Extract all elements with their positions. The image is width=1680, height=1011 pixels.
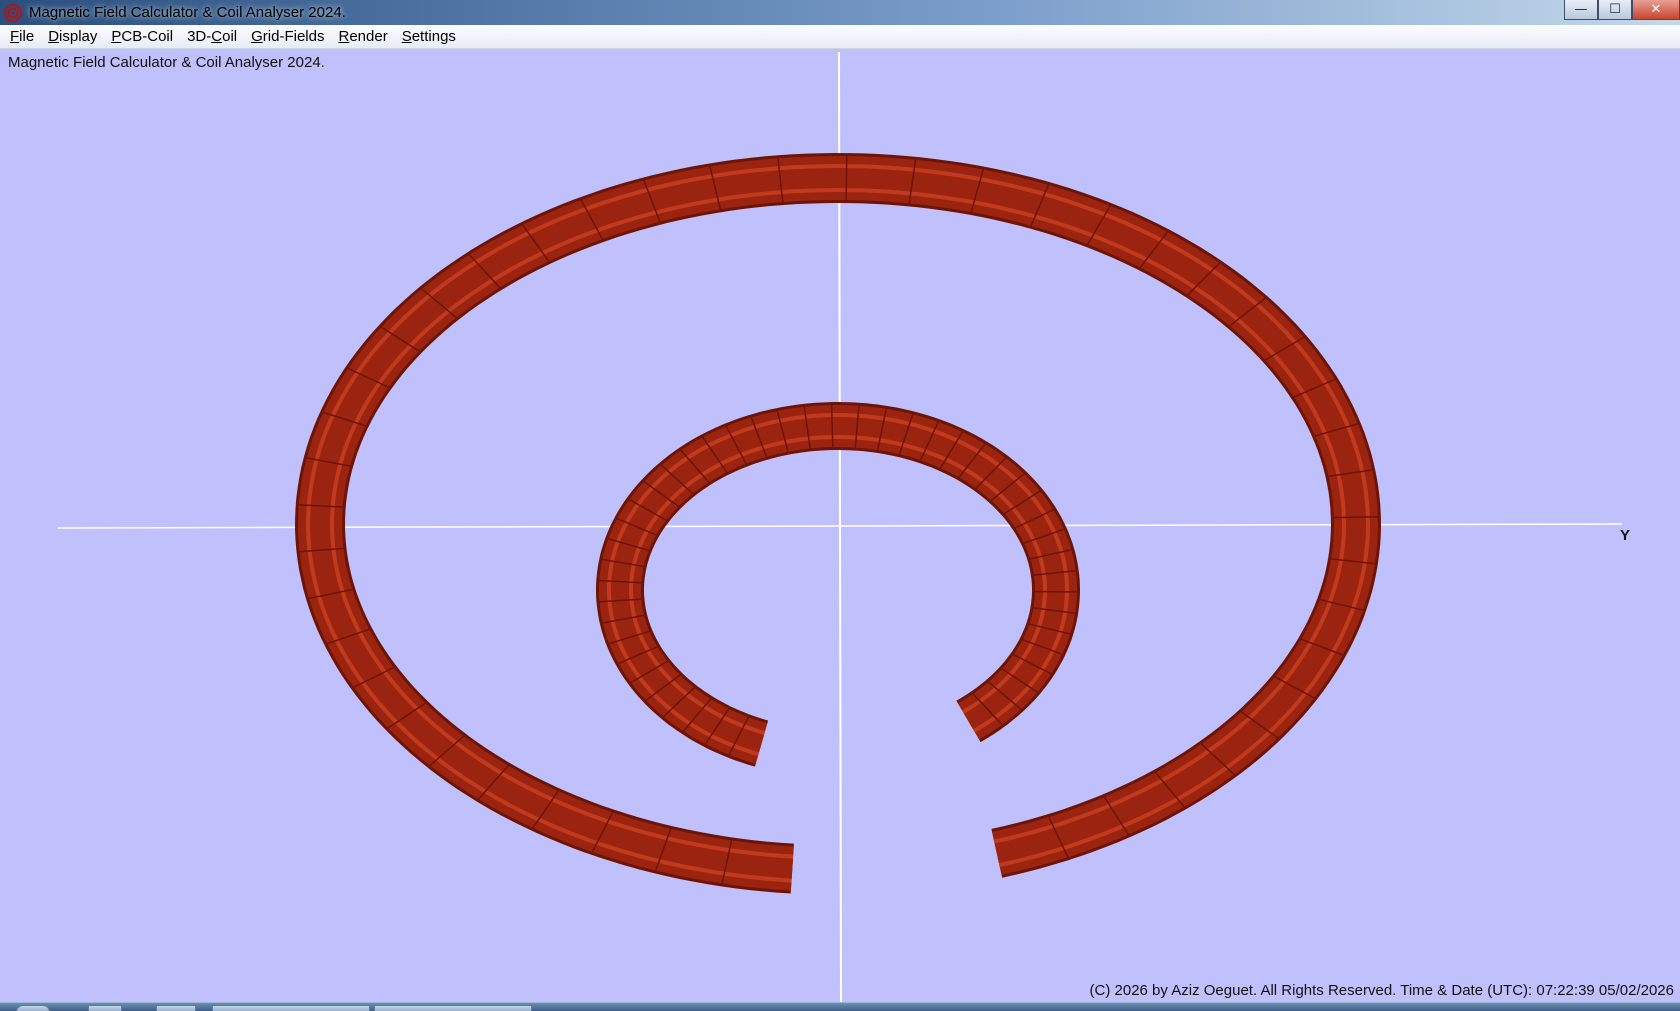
taskbar-start-button[interactable]: [16, 1005, 50, 1011]
copyright-status: (C) 2026 by Aziz Oeguet. All Rights Rese…: [1089, 982, 1674, 999]
app-window: Magnetic Field Calculator & Coil Analyse…: [0, 0, 1680, 1011]
taskbar-item[interactable]: [156, 1005, 196, 1011]
taskbar-item[interactable]: [212, 1005, 370, 1011]
coil-segment-edge: [845, 154, 848, 202]
coil-scene: Y: [57, 51, 1630, 1003]
taskbar-item[interactable]: [374, 1005, 532, 1011]
y-axis-label: Y: [1620, 527, 1630, 544]
info-text: Magnetic Field Calculator & Coil Analyse…: [8, 54, 325, 71]
taskbar: [0, 1002, 1680, 1011]
coil-segment-edge: [1332, 515, 1379, 519]
taskbar-item[interactable]: [88, 1005, 122, 1011]
coil-spiral: [295, 153, 1381, 894]
